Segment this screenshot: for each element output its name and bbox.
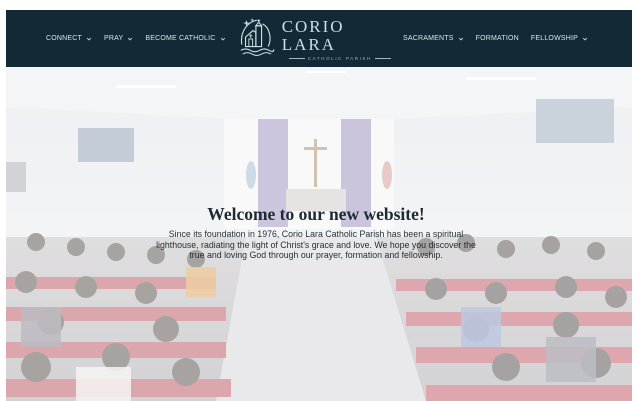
chevron-down-icon <box>128 37 133 40</box>
chevron-down-icon <box>582 37 588 40</box>
nav-item-label: FELLOWSHIP <box>530 35 579 42</box>
divider <box>374 57 391 59</box>
logo-title: CORIO LARA <box>281 16 345 54</box>
nav-item-label: SACRAMENTS <box>403 35 454 42</box>
nav-left: CONNECT PRAY BECOME CATHOLIC <box>46 10 238 67</box>
nav-right: SACRAMENTS FORMATION FELLOWSHIP <box>403 10 600 67</box>
browser-viewport: CONNECT PRAY BECOME CATHOLIC CORIO LARA … <box>6 10 632 401</box>
nav-item-label: PRAY <box>104 35 124 42</box>
nav-item-formation[interactable]: FORMATION <box>476 35 519 42</box>
divider <box>288 57 305 59</box>
nav-item-become-catholic[interactable]: BECOME CATHOLIC <box>145 35 225 42</box>
page: CONNECT PRAY BECOME CATHOLIC CORIO LARA … <box>0 0 638 401</box>
hero-text-block: Welcome to our new website! Since its fo… <box>156 204 476 261</box>
chevron-down-icon <box>458 37 463 40</box>
logo-text: CORIO LARA CATHOLIC PARISH <box>281 16 398 61</box>
church-lighthouse-logo-icon <box>240 18 275 57</box>
nav-item-label: FORMATION <box>475 35 519 42</box>
nav-item-connect[interactable]: CONNECT <box>46 35 92 42</box>
nav-item-fellowship[interactable]: FELLOWSHIP <box>531 35 588 42</box>
nav-item-label: CONNECT <box>46 35 83 42</box>
nav-item-pray[interactable]: PRAY <box>104 35 133 42</box>
hero-body: Since its foundation in 1976, Corio Lara… <box>156 229 476 261</box>
hero-heading: Welcome to our new website! <box>207 204 425 224</box>
hero-section: Welcome to our new website! Since its fo… <box>6 67 632 401</box>
site-header: CONNECT PRAY BECOME CATHOLIC CORIO LARA … <box>6 10 632 67</box>
logo-subtitle-row: CATHOLIC PARISH <box>286 56 394 61</box>
chevron-down-icon <box>86 37 92 40</box>
chevron-down-icon <box>220 37 225 40</box>
logo-subtitle: CATHOLIC PARISH <box>307 55 372 61</box>
site-logo[interactable]: CORIO LARA CATHOLIC PARISH <box>238 14 398 64</box>
nav-item-sacraments[interactable]: SACRAMENTS <box>403 35 464 42</box>
nav-item-label: BECOME CATHOLIC <box>145 35 216 42</box>
